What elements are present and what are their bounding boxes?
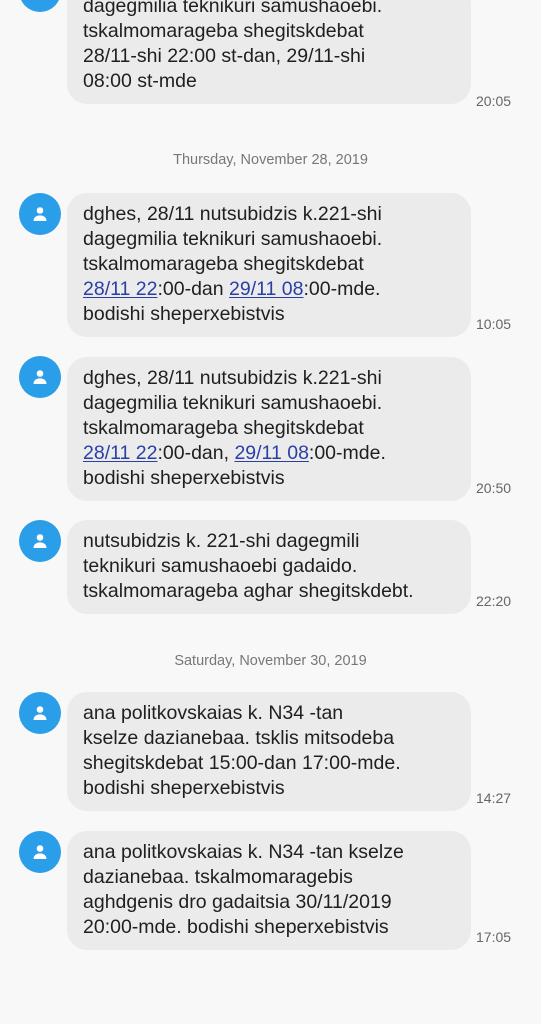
message-text-line: bodishi sheperxebistvis [83,302,457,327]
message-text: 20:00-mde. bodishi sheperxebistvis [83,916,389,938]
avatar[interactable] [19,0,61,12]
message-text-line: teknikuri samushaoebi gadaido. [83,554,457,579]
message-text-line: tskalmomarageba shegitskdebat [83,416,457,441]
message-time: 22:20 [476,593,512,609]
message-text: 08:00 st-mde [83,70,197,92]
message-text: kselze dazianebaa. tsklis mitsodeba [83,727,395,749]
message-text: aghdgenis dro gadaitsia 30/11/2019 [83,891,392,913]
person-icon [33,534,47,548]
message-text: bodishi sheperxebistvis [83,777,285,799]
avatar[interactable] [19,356,61,398]
message-text-line: shegitskdebat 15:00-dan 17:00-mde. [83,751,457,776]
message-time: 17:05 [476,929,512,945]
message-bubble[interactable]: dghes, 28/11 nutsubidzis k.221-shi dagegm… [67,357,471,501]
message-bubble[interactable]: ana politkovskaias k. N34 -tan kselze daz… [67,831,471,950]
date-separator: Saturday, November 30, 2019 [174,653,367,669]
message-text-line: 28/11 22:00-dan 29/11 08:00-mde. [83,277,457,302]
message-text-line: 20:00-mde. bodishi sheperxebistvis [83,915,457,940]
person-icon [33,207,47,221]
person-icon [33,845,47,859]
message-text-line: dghes, 28/11 nutsubidzis k.221-shi [83,366,457,391]
message-text-line: dazianebaa. tskalmomaragebis [83,865,457,890]
date-separator: Thursday, November 28, 2019 [173,152,368,168]
message-text: tskalmomarageba shegitskdebat [83,20,364,42]
message-text: teknikuri samushaoebi gadaido. [83,555,358,577]
message-text: :00-dan, [157,442,235,464]
message-bubble[interactable]: nutsubidzis k. 221-shi dagegmili teknikur… [67,520,471,614]
message-text: dazianebaa. tskalmomaragebis [83,866,353,888]
message-text-line: dagegmilia teknikuri samushaoebi. [83,391,457,416]
message-text-line: 28/11-shi 22:00 st-dan, 29/11-shi [83,44,457,69]
message-text-line: ana politkovskaias k. N34 -tan kselze [83,840,457,865]
date-link[interactable]: 28/11 22 [83,278,157,300]
message-text-line: bodishi sheperxebistvis [83,776,457,801]
message-text-line: dagegmilia teknikuri samushaoebi. [83,0,457,19]
message-bubble[interactable]: dghes, 28/11 nutsubidzis k.221-shi dagegm… [67,193,471,337]
person-icon [33,706,47,720]
message-text: 28/11-shi 22:00 st-dan, 29/11-shi [83,45,366,67]
message-text: dagegmilia teknikuri samushaoebi. [83,0,383,17]
message-text-line: 28/11 22:00-dan, 29/11 08:00-mde. [83,441,457,466]
message-text-line: dghes, 28/11 nutsubidzis k.221-shi [83,202,457,227]
message-text-line: tskalmomarageba shegitskdebat [83,252,457,277]
message-text: :00-mde. [308,442,386,464]
message-text: dagegmilia teknikuri samushaoebi. [83,228,383,250]
person-icon [33,370,47,384]
message-text: nutsubidzis k. 221-shi dagegmili [83,530,360,552]
message-text: dagegmilia teknikuri samushaoebi. [83,392,383,414]
message-text-line: dagegmilia teknikuri samushaoebi. [83,227,457,252]
message-bubble[interactable]: dagegmilia teknikuri samushaoebi. tskalmo… [67,0,471,104]
message-text-line: bodishi sheperxebistvis [83,466,457,491]
date-link[interactable]: 29/11 08 [234,442,308,464]
message-text: bodishi sheperxebistvis [83,303,285,325]
avatar[interactable] [19,193,61,235]
message-text-line: aghdgenis dro gadaitsia 30/11/2019 [83,890,457,915]
message-text: dghes, 28/11 nutsubidzis k.221-shi [83,367,382,389]
message-text-line: 08:00 st-mde [83,69,457,94]
message-time: 10:05 [476,316,512,332]
message-text-line: kselze dazianebaa. tsklis mitsodeba [83,726,457,751]
message-time: 20:50 [476,480,512,496]
message-text: tskalmomarageba shegitskdebat [83,417,364,439]
message-text: tskalmomarageba aghar shegitskdebt. [83,580,414,602]
avatar[interactable] [19,520,61,562]
avatar[interactable] [19,692,61,734]
message-text: bodishi sheperxebistvis [83,467,285,489]
date-link[interactable]: 28/11 22 [83,442,157,464]
message-text-line: tskalmomarageba shegitskdebat [83,19,457,44]
message-text: ana politkovskaias k. N34 -tan kselze [83,841,404,863]
message-text-line: nutsubidzis k. 221-shi dagegmili [83,529,457,554]
message-time: 14:27 [476,790,512,806]
message-text: :00-dan [157,278,230,300]
message-text: :00-mde. [303,278,381,300]
message-text-line: tskalmomarageba aghar shegitskdebt. [83,579,457,604]
message-bubble[interactable]: ana politkovskaias k. N34 -tan kselze daz… [67,692,471,811]
message-text: tskalmomarageba shegitskdebat [83,253,364,275]
message-text-line: ana politkovskaias k. N34 -tan [83,701,457,726]
message-time: 20:05 [476,93,512,109]
date-link[interactable]: 29/11 08 [229,278,303,300]
message-text: ana politkovskaias k. N34 -tan [83,702,344,724]
avatar[interactable] [19,831,61,873]
message-text: shegitskdebat 15:00-dan 17:00-mde. [83,752,401,774]
message-text: dghes, 28/11 nutsubidzis k.221-shi [83,203,382,225]
